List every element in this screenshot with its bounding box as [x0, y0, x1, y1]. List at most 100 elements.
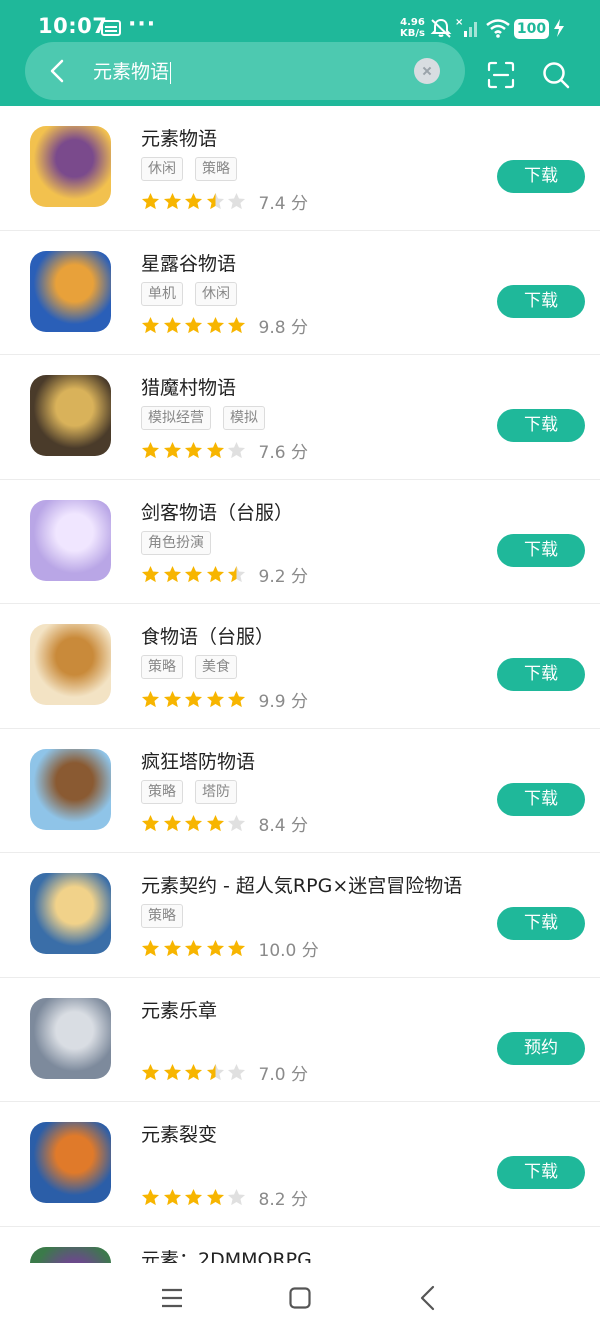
star-full-icon [227, 690, 246, 707]
app-name[interactable]: 元素：2DMMORPG [141, 1245, 312, 1264]
app-name[interactable]: 疯狂塔防物语 [141, 747, 255, 774]
clear-icon[interactable] [414, 58, 440, 84]
download-button[interactable]: 下载 [497, 160, 585, 193]
menu-icon[interactable] [161, 1287, 183, 1309]
download-button[interactable]: 下载 [497, 1156, 585, 1189]
mute-bell-icon [430, 18, 452, 38]
star-full-icon [141, 192, 160, 209]
app-icon[interactable] [30, 873, 111, 954]
star-full-icon [163, 814, 181, 832]
star-full-icon [206, 316, 224, 334]
app-name[interactable]: 食物语（台服） [141, 622, 274, 649]
star-full-icon [206, 939, 224, 956]
app-name[interactable]: 元素契约 - 超人気RPG×迷宫冒险物语 [141, 871, 462, 898]
category-tag: 策略 [141, 904, 183, 928]
star-empty-icon [227, 1063, 246, 1081]
rating-row: 10.0 分 [141, 937, 319, 961]
download-button[interactable]: 下载 [497, 907, 585, 940]
app-list-item[interactable]: 星露谷物语 单机 休闲 9.8 分 下载 [0, 231, 600, 355]
star-empty-icon [227, 441, 246, 458]
app-icon[interactable] [30, 997, 111, 1079]
rating-row: 7.4 分 [141, 190, 308, 214]
star-full-icon [163, 316, 181, 334]
rating-score: 7.6 分 [258, 442, 308, 463]
app-name[interactable]: 元素乐章 [141, 996, 217, 1023]
star-full-icon [163, 1188, 181, 1205]
app-icon[interactable] [30, 375, 111, 456]
star-half-icon [206, 1063, 224, 1081]
star-full-icon [206, 690, 224, 707]
search-query: 元素物语 [93, 61, 170, 83]
app-list-item[interactable]: 元素物语 休闲 策略 7.4 分 下载 [0, 106, 600, 231]
star-rating [141, 814, 249, 833]
app-name[interactable]: 元素裂变 [141, 1120, 217, 1147]
download-button[interactable]: 下载 [497, 284, 585, 318]
star-rating [141, 1063, 249, 1082]
tag-list: 单机 休闲 [141, 281, 249, 306]
category-tag: 策略 [141, 779, 183, 804]
download-button[interactable]: 下载 [497, 533, 585, 567]
download-button[interactable]: 下载 [497, 658, 585, 691]
star-rating [141, 192, 249, 211]
download-button[interactable]: 下载 [497, 782, 585, 816]
category-tag: 角色扮演 [141, 530, 211, 555]
app-icon[interactable] [30, 1122, 111, 1203]
app-list-item[interactable]: 剑客物语（台服） 角色扮演 9.2 分 下载 [0, 480, 600, 604]
battery-indicator: 100 [514, 19, 549, 39]
reserve-button[interactable]: 预约 [497, 1031, 585, 1065]
rating-score: 10.0 分 [258, 940, 319, 961]
app-list-item[interactable]: 元素契约 - 超人気RPG×迷宫冒险物语 策略 10.0 分 下载 [0, 853, 600, 978]
network-speed-unit: KB/s [400, 28, 425, 39]
star-empty-icon [227, 814, 246, 832]
category-tag: 策略 [141, 655, 183, 679]
app-name[interactable]: 星露谷物语 [141, 249, 236, 276]
home-icon[interactable] [289, 1287, 311, 1309]
search-input[interactable]: 元素物语 [93, 57, 172, 84]
app-icon[interactable] [30, 126, 111, 207]
category-tag: 模拟经营 [141, 406, 211, 430]
svg-text:×: × [455, 17, 463, 28]
rating-row: 9.2 分 [141, 564, 308, 587]
app-name[interactable]: 剑客物语（台服） [141, 498, 293, 525]
search-results-list[interactable]: 元素物语 休闲 策略 7.4 分下载 星露谷物语 单机 休闲 9.8 分下载 猎魔村物语 模拟经营… [0, 106, 600, 1263]
category-tag: 塔防 [195, 779, 237, 804]
app-icon[interactable] [30, 624, 111, 705]
app-icon[interactable] [30, 499, 111, 581]
app-list-item[interactable]: 元素乐章 7.0 分 预约 [0, 978, 600, 1102]
category-tag: 策略 [195, 157, 237, 181]
app-list-item[interactable]: 元素裂变 8.2 分 下载 [0, 1102, 600, 1227]
category-tag: 模拟 [223, 406, 265, 430]
star-empty-icon [227, 192, 246, 209]
star-full-icon [227, 316, 246, 334]
rating-score: 7.4 分 [258, 193, 308, 214]
app-list-item[interactable]: 疯狂塔防物语 策略 塔防 8.4 分 下载 [0, 729, 600, 853]
app-name[interactable]: 元素物语 [141, 124, 217, 151]
app-list-item[interactable]: 食物语（台服） 策略 美食 9.9 分 下载 [0, 604, 600, 729]
search-icon[interactable] [541, 60, 571, 90]
status-time: 10:07 [38, 14, 108, 38]
star-full-icon [141, 690, 160, 707]
star-full-icon [184, 1188, 203, 1205]
app-list-item[interactable]: 元素：2DMMORPG [0, 1227, 600, 1264]
app-list-item[interactable]: 猎魔村物语模拟经营 模拟 7.6 分 下载 [0, 355, 600, 480]
scan-icon[interactable] [486, 60, 516, 90]
tag-list: 策略 美食 [141, 655, 249, 679]
star-rating [141, 690, 249, 709]
category-tag: 休闲 [195, 281, 237, 306]
star-rating [141, 316, 249, 335]
download-button[interactable]: 下载 [497, 409, 585, 442]
star-full-icon [184, 316, 203, 334]
back-icon[interactable] [418, 1285, 438, 1311]
app-icon[interactable] [30, 1246, 111, 1263]
more-notifications-icon: ··· [128, 12, 157, 37]
search-bar[interactable]: 元素物语 [25, 42, 465, 100]
star-full-icon [184, 939, 203, 956]
app-icon[interactable] [30, 250, 111, 332]
back-arrow-icon[interactable] [43, 56, 73, 86]
app-icon[interactable] [30, 748, 111, 830]
star-full-icon [184, 690, 203, 707]
app-name[interactable]: 猎魔村物语 [141, 373, 236, 400]
star-half-icon [206, 192, 224, 209]
star-full-icon [141, 441, 160, 458]
star-full-icon [141, 939, 160, 956]
